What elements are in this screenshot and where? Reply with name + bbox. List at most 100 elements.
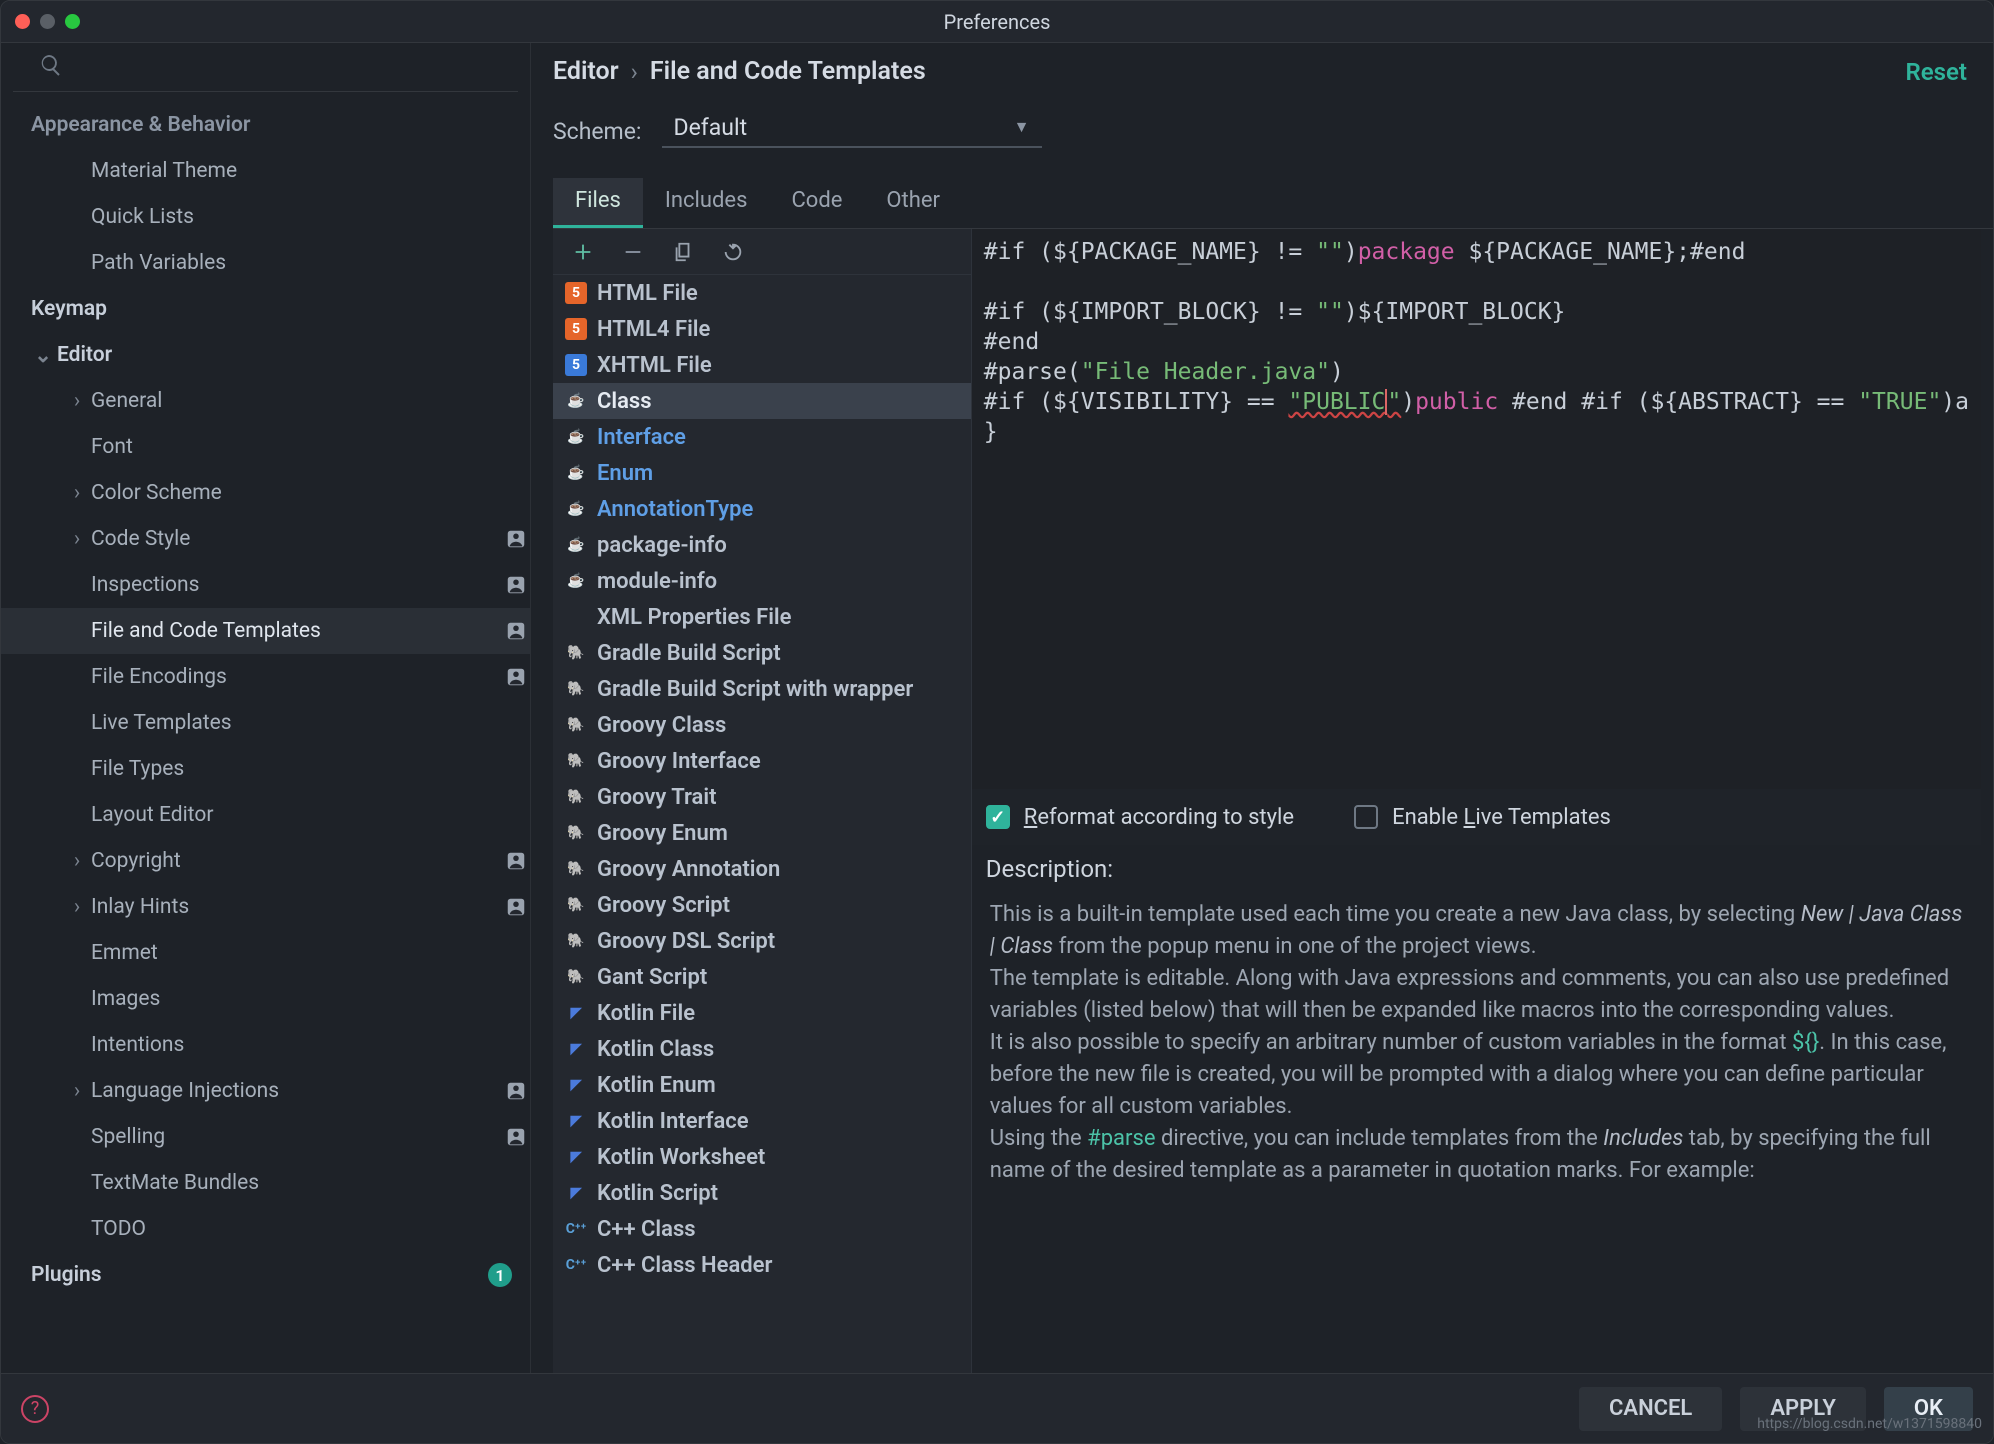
sidebar-item[interactable]: Font — [1, 424, 530, 470]
tab-files[interactable]: Files — [553, 178, 643, 228]
remove-template-button[interactable] — [621, 240, 645, 264]
template-item[interactable]: C⁺⁺C++ Class — [553, 1211, 971, 1247]
template-item[interactable]: ◤Kotlin Worksheet — [553, 1139, 971, 1175]
tab-other[interactable]: Other — [864, 178, 962, 228]
template-item-label: package-info — [597, 533, 727, 558]
breadcrumb-leaf: File and Code Templates — [650, 57, 926, 86]
template-item[interactable]: 5HTML4 File — [553, 311, 971, 347]
template-item[interactable]: 🐘Groovy DSL Script — [553, 923, 971, 959]
sidebar-item[interactable]: ›Inlay Hints — [1, 884, 530, 930]
checkbox-checked-icon — [986, 805, 1010, 829]
template-item[interactable]: C⁺⁺ C++ Class Header — [553, 1247, 971, 1283]
template-item[interactable]: ☕module-info — [553, 563, 971, 599]
template-item[interactable]: 🐘Gradle Build Script with wrapper — [553, 671, 971, 707]
sidebar-item[interactable]: Emmet — [1, 930, 530, 976]
settings-tree[interactable]: Appearance & Behavior Material Theme Quick… — [1, 92, 530, 1373]
sidebar-item[interactable]: Layout Editor — [1, 792, 530, 838]
template-item[interactable]: ☕package-info — [553, 527, 971, 563]
sidebar-item[interactable]: TODO — [1, 1206, 530, 1252]
tab-code[interactable]: Code — [769, 178, 864, 228]
chevron-right-icon: › — [65, 481, 89, 505]
template-item[interactable]: 🐘Groovy Interface — [553, 743, 971, 779]
count-badge: 1 — [488, 1263, 512, 1287]
sidebar-item[interactable]: ⌄Editor — [1, 332, 530, 378]
sidebar-item[interactable]: File and Code Templates — [1, 608, 530, 654]
template-item[interactable]: 🐘Groovy Annotation — [553, 851, 971, 887]
sidebar-item[interactable]: Inspections — [1, 562, 530, 608]
sidebar-item[interactable]: Spelling — [1, 1114, 530, 1160]
template-item[interactable]: 🐘Groovy Enum — [553, 815, 971, 851]
sidebar-item[interactable]: Appearance & Behavior — [1, 102, 530, 148]
sidebar-item[interactable]: Images — [1, 976, 530, 1022]
sidebar-item[interactable]: Plugins1 — [1, 1252, 530, 1298]
reset-button[interactable]: Reset — [1906, 58, 1967, 86]
template-list[interactable]: 5HTML File5HTML4 File5XHTML File☕Class☕I… — [553, 275, 971, 1373]
template-item-label: Enum — [597, 461, 653, 486]
description-heading: Description: — [972, 845, 1981, 889]
description-body: This is a built-in template used each ti… — [972, 889, 1981, 1373]
template-item[interactable]: 🐘Gant Script — [553, 959, 971, 995]
template-item[interactable]: ◤Kotlin File — [553, 995, 971, 1031]
template-item-label: Kotlin Interface — [597, 1109, 749, 1134]
sidebar-item[interactable]: File Types — [1, 746, 530, 792]
add-template-button[interactable] — [571, 240, 595, 264]
breadcrumb-root[interactable]: Editor — [553, 57, 619, 86]
sidebar-item[interactable]: ›Code Style — [1, 516, 530, 562]
profile-scope-icon — [502, 528, 530, 550]
settings-search-input[interactable] — [75, 57, 502, 80]
sidebar-item[interactable]: Path Variables — [1, 240, 530, 286]
sidebar-item-label: Inlay Hints — [91, 895, 189, 919]
kotlin-icon: ◤ — [565, 1002, 587, 1024]
sidebar-item[interactable]: Keymap — [1, 286, 530, 332]
groovy-icon: 🐘 — [565, 714, 587, 736]
template-item[interactable]: ◤Kotlin Interface — [553, 1103, 971, 1139]
chevron-right-icon: › — [65, 389, 89, 413]
template-item-label: C++ Class Header — [597, 1253, 772, 1278]
sidebar-item-label: Emmet — [91, 941, 158, 965]
chevron-right-icon: › — [65, 527, 89, 551]
sidebar-item[interactable]: Live Templates — [1, 700, 530, 746]
help-button[interactable]: ? — [21, 1395, 49, 1423]
template-item[interactable]: XML Properties File — [553, 599, 971, 635]
template-item[interactable]: 🐘Groovy Class — [553, 707, 971, 743]
template-item[interactable]: ☕ Enum — [553, 455, 971, 491]
revert-template-button[interactable] — [721, 240, 745, 264]
template-item[interactable]: ☕Class — [553, 383, 971, 419]
scheme-select[interactable]: Default ▼ — [662, 114, 1042, 148]
template-item-label: Groovy Annotation — [597, 857, 780, 882]
sidebar-item[interactable]: Quick Lists — [1, 194, 530, 240]
reformat-checkbox[interactable]: Reformat according to style — [986, 805, 1294, 830]
sidebar-item[interactable]: Material Theme — [1, 148, 530, 194]
sidebar-item[interactable]: ›Color Scheme — [1, 470, 530, 516]
sidebar-item[interactable]: ›General — [1, 378, 530, 424]
sidebar-item[interactable]: Intentions — [1, 1022, 530, 1068]
template-item-label: XML Properties File — [597, 605, 791, 630]
sidebar-item[interactable]: ›Language Injections — [1, 1068, 530, 1114]
template-item[interactable]: ◤Kotlin Script — [553, 1175, 971, 1211]
template-item[interactable]: 🐘Gradle Build Script — [553, 635, 971, 671]
cancel-button[interactable]: CANCEL — [1579, 1387, 1722, 1431]
template-item[interactable]: 🐘Groovy Trait — [553, 779, 971, 815]
cpp-icon: C⁺⁺ — [565, 1254, 587, 1276]
template-item[interactable]: 5XHTML File — [553, 347, 971, 383]
java-icon: ☕ — [565, 462, 587, 484]
template-item[interactable]: ☕Interface — [553, 419, 971, 455]
template-item[interactable]: ◤Kotlin Class — [553, 1031, 971, 1067]
sidebar-item[interactable]: ›Copyright — [1, 838, 530, 884]
sidebar-item[interactable]: File Encodings — [1, 654, 530, 700]
template-editor[interactable]: #if (${PACKAGE_NAME} != "")package ${PAC… — [972, 229, 1981, 789]
template-item-label: HTML4 File — [597, 317, 710, 342]
tab-includes[interactable]: Includes — [643, 178, 770, 228]
sidebar-item-label: Live Templates — [91, 711, 232, 735]
sidebar-item-label: Material Theme — [91, 159, 237, 183]
template-item[interactable]: ☕AnnotationType — [553, 491, 971, 527]
live-templates-checkbox[interactable]: Enable Live Templates — [1354, 805, 1611, 830]
sidebar-item[interactable]: TextMate Bundles — [1, 1160, 530, 1206]
template-item[interactable]: ◤Kotlin Enum — [553, 1067, 971, 1103]
sidebar-item-label: TextMate Bundles — [91, 1171, 259, 1195]
java-icon: ☕ — [565, 390, 587, 412]
profile-scope-icon — [502, 896, 530, 918]
copy-template-button[interactable] — [671, 240, 695, 264]
template-item[interactable]: 🐘Groovy Script — [553, 887, 971, 923]
template-item[interactable]: 5HTML File — [553, 275, 971, 311]
